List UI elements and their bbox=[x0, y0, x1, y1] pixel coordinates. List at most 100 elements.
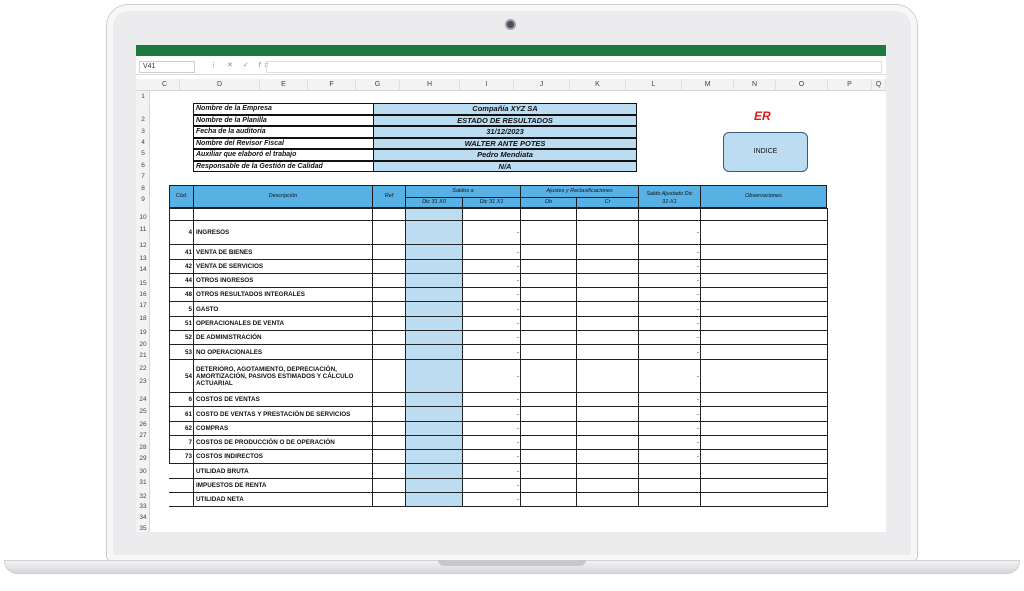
cell-cod[interactable]: 4 bbox=[169, 221, 194, 244]
cell-x1[interactable]: - bbox=[462, 274, 521, 287]
cell[interactable] bbox=[372, 221, 406, 244]
cell[interactable] bbox=[372, 407, 406, 421]
cell[interactable] bbox=[372, 208, 406, 220]
row-header[interactable]: 25 bbox=[136, 408, 150, 415]
cell-x1[interactable]: - bbox=[462, 260, 521, 273]
cell[interactable] bbox=[372, 479, 406, 492]
cell[interactable] bbox=[576, 464, 639, 478]
cell-cod[interactable]: 62 bbox=[169, 422, 194, 435]
cell-cod[interactable]: 41 bbox=[169, 245, 194, 259]
indice-button[interactable]: INDICE bbox=[723, 132, 808, 172]
row-header[interactable]: 6 bbox=[136, 162, 150, 169]
row-header[interactable]: 29 bbox=[136, 455, 150, 462]
cell[interactable] bbox=[405, 407, 463, 421]
cell[interactable] bbox=[520, 450, 577, 463]
row-header[interactable]: 18 bbox=[136, 315, 150, 322]
cell-saldo[interactable]: - bbox=[638, 422, 701, 435]
cell[interactable] bbox=[700, 493, 828, 506]
cell[interactable] bbox=[576, 302, 639, 316]
cell[interactable] bbox=[520, 331, 577, 344]
cell[interactable] bbox=[700, 479, 828, 492]
cell-desc[interactable]: DETERIORO, AGOTAMIENTO, DEPRECIACIÓN, AM… bbox=[193, 360, 373, 392]
cell-cod[interactable]: 48 bbox=[169, 288, 194, 301]
cell-cod[interactable]: 51 bbox=[169, 317, 194, 330]
cell-x1[interactable]: - bbox=[462, 345, 521, 359]
cell-x1[interactable]: - bbox=[462, 221, 521, 244]
cell-cod[interactable]: 7 bbox=[169, 436, 194, 449]
info-value[interactable]: N/A bbox=[373, 160, 637, 172]
cell-saldo[interactable]: - bbox=[638, 436, 701, 449]
cell-x1[interactable]: - bbox=[462, 436, 521, 449]
cell-cod[interactable]: 73 bbox=[169, 450, 194, 463]
cell-x1[interactable]: - bbox=[462, 245, 521, 259]
cell[interactable] bbox=[372, 493, 406, 506]
row-header[interactable]: 14 bbox=[136, 266, 150, 273]
cell-saldo[interactable] bbox=[638, 479, 701, 492]
cell-desc[interactable]: COSTOS DE VENTAS bbox=[193, 393, 373, 406]
row-header[interactable]: 8 bbox=[136, 185, 150, 192]
row-header[interactable]: 26 bbox=[136, 421, 150, 428]
row-header[interactable]: 4 bbox=[136, 139, 150, 146]
cell[interactable] bbox=[372, 331, 406, 344]
cell-desc[interactable]: DE ADMINISTRACIÓN bbox=[193, 331, 373, 344]
name-box[interactable]: V41 bbox=[139, 61, 195, 73]
row-header[interactable]: 15 bbox=[136, 280, 150, 287]
cell[interactable] bbox=[405, 464, 463, 478]
cell[interactable] bbox=[700, 317, 828, 330]
cell-saldo[interactable]: - bbox=[638, 245, 701, 259]
cell[interactable] bbox=[520, 493, 577, 506]
row-header[interactable]: 34 bbox=[136, 514, 150, 521]
cell[interactable] bbox=[700, 450, 828, 463]
cell[interactable] bbox=[700, 345, 828, 359]
cell[interactable] bbox=[372, 274, 406, 287]
cell[interactable] bbox=[700, 360, 828, 392]
row-header[interactable]: 3 bbox=[136, 128, 150, 135]
cell[interactable] bbox=[372, 360, 406, 392]
info-value[interactable]: Pedro Mendiata bbox=[373, 149, 637, 161]
row-header[interactable]: 17 bbox=[136, 302, 150, 309]
cell[interactable] bbox=[520, 464, 577, 478]
cell-x1[interactable]: - bbox=[462, 288, 521, 301]
cell[interactable] bbox=[700, 260, 828, 273]
cell[interactable] bbox=[405, 245, 463, 259]
cell[interactable] bbox=[576, 208, 639, 220]
row-header[interactable]: 12 bbox=[136, 242, 150, 249]
cell[interactable] bbox=[576, 317, 639, 330]
cell[interactable] bbox=[372, 302, 406, 316]
row-header[interactable]: 21 bbox=[136, 352, 150, 359]
row-header[interactable]: 1 bbox=[136, 93, 150, 100]
cell[interactable] bbox=[700, 245, 828, 259]
row-header[interactable]: 24 bbox=[136, 396, 150, 403]
cell-x1[interactable]: - bbox=[462, 407, 521, 421]
row-header[interactable]: 7 bbox=[136, 173, 150, 180]
cell[interactable] bbox=[405, 360, 463, 392]
cell[interactable] bbox=[405, 345, 463, 359]
cell-cod[interactable] bbox=[169, 208, 194, 220]
cell[interactable] bbox=[405, 208, 463, 220]
cell-desc[interactable]: UTILIDAD NETA bbox=[193, 493, 373, 506]
cell-desc[interactable]: OTROS INGRESOS bbox=[193, 274, 373, 287]
cell-desc[interactable]: GASTO bbox=[193, 302, 373, 316]
cell[interactable] bbox=[405, 479, 463, 492]
cell[interactable] bbox=[405, 393, 463, 406]
cell-saldo[interactable]: - bbox=[638, 317, 701, 330]
row-header[interactable]: 32 bbox=[136, 493, 150, 500]
cell-desc[interactable]: NO OPERACIONALES bbox=[193, 345, 373, 359]
cell[interactable] bbox=[520, 393, 577, 406]
row-header[interactable]: 30 bbox=[136, 468, 150, 475]
cell-saldo[interactable] bbox=[638, 464, 701, 478]
cell[interactable] bbox=[405, 436, 463, 449]
cell[interactable] bbox=[372, 288, 406, 301]
cell[interactable] bbox=[576, 422, 639, 435]
cell-saldo[interactable]: - bbox=[638, 407, 701, 421]
cell-x1[interactable]: - bbox=[462, 493, 521, 506]
cell[interactable] bbox=[405, 221, 463, 244]
cell[interactable] bbox=[700, 288, 828, 301]
cell-x1[interactable]: - bbox=[462, 450, 521, 463]
cell[interactable] bbox=[576, 331, 639, 344]
cell[interactable] bbox=[372, 422, 406, 435]
cell-saldo[interactable]: - bbox=[638, 274, 701, 287]
cell-saldo[interactable]: - bbox=[638, 360, 701, 392]
cell-x1[interactable]: - bbox=[462, 393, 521, 406]
column-header[interactable]: Q bbox=[872, 79, 886, 91]
